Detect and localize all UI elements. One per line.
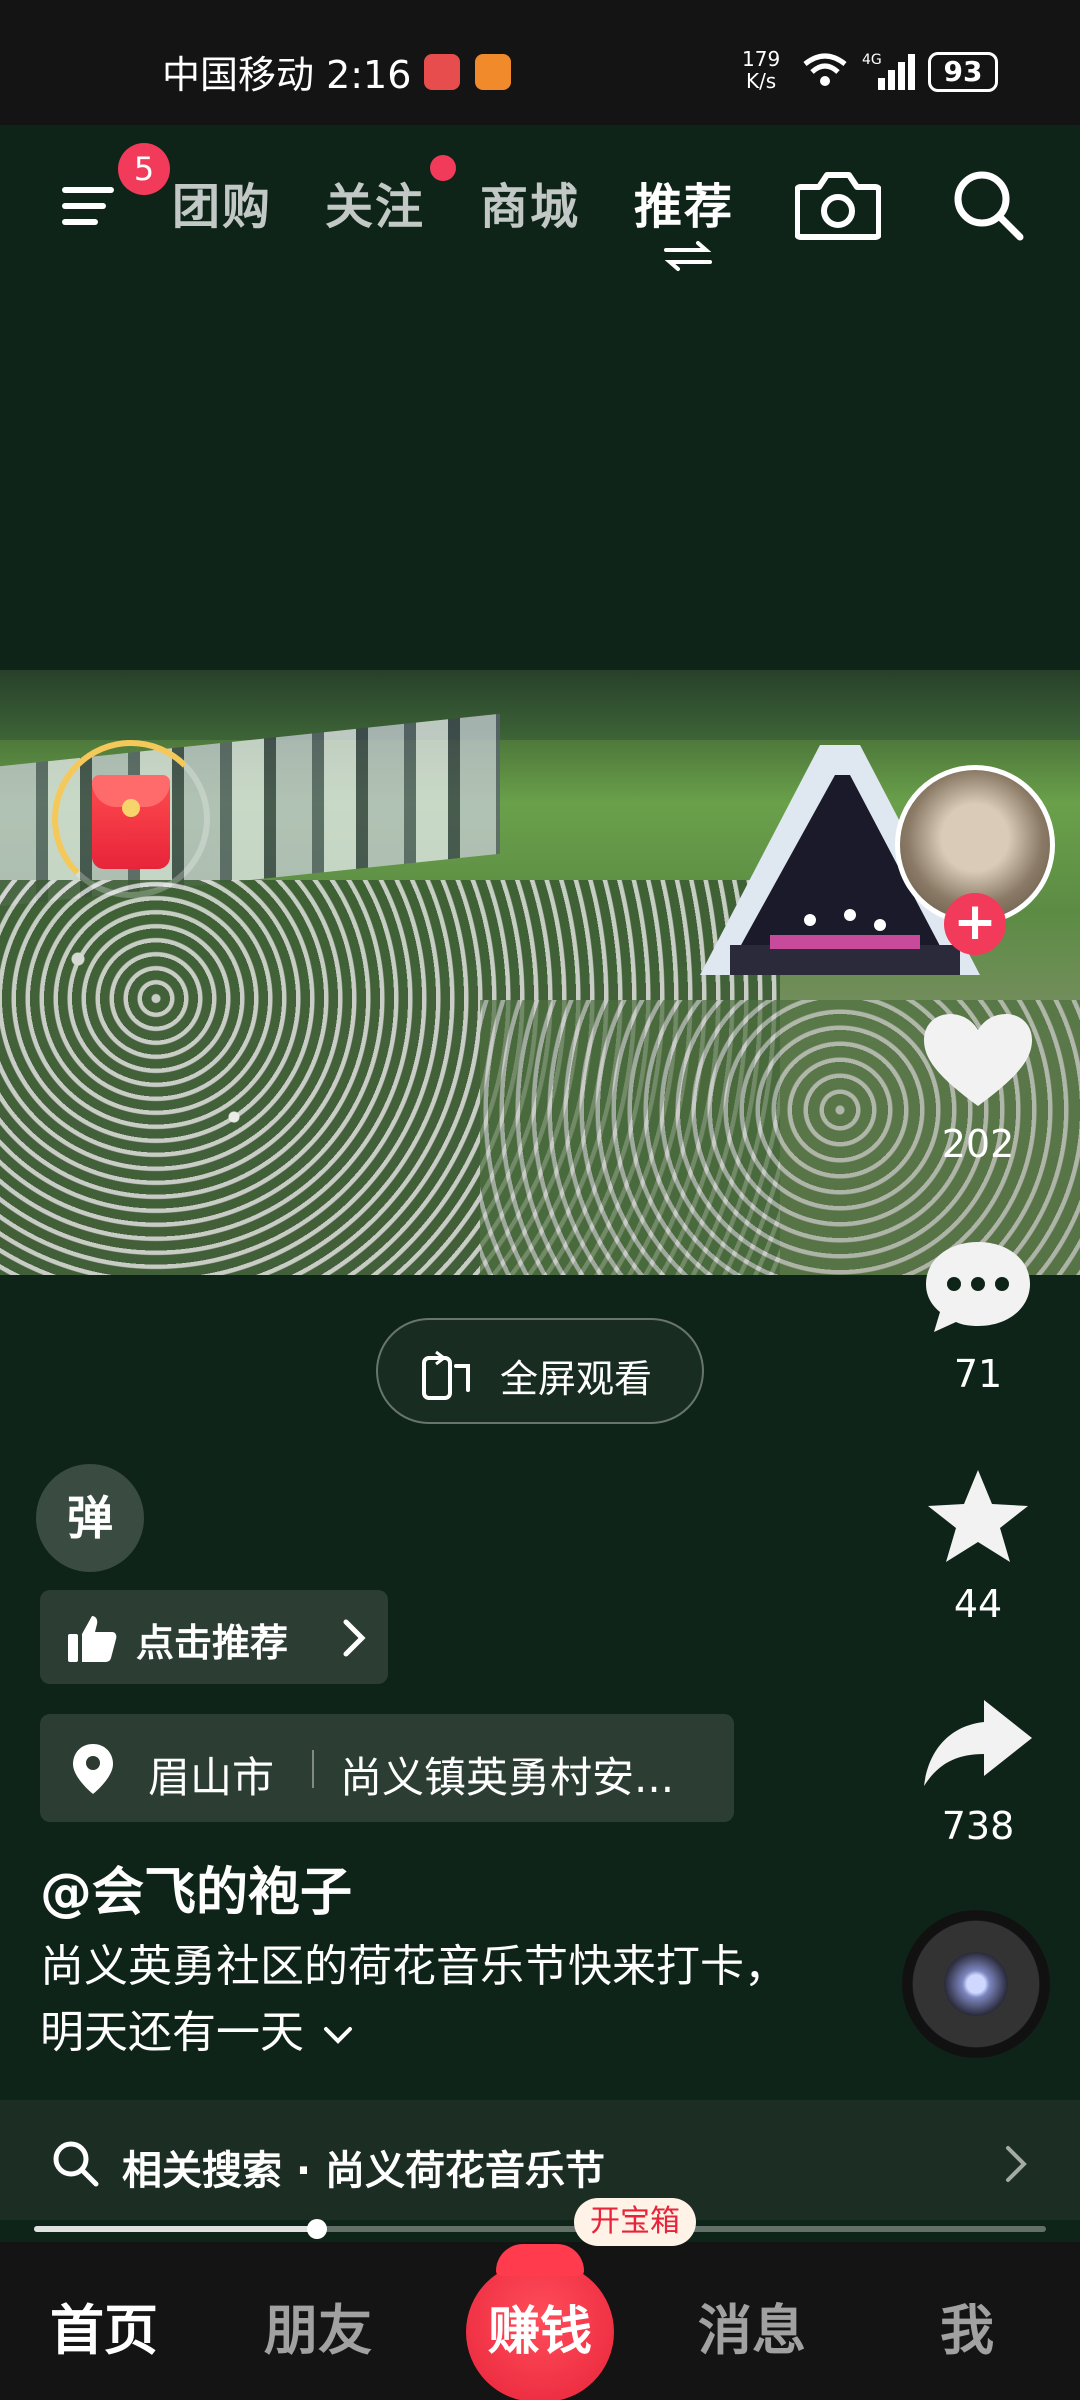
- favorite-count: 44: [953, 1582, 1003, 1626]
- menu-icon[interactable]: [58, 175, 118, 235]
- location-pin-icon: [73, 1744, 113, 1794]
- search-icon[interactable]: [950, 167, 1026, 243]
- following-dot-badge: [430, 155, 456, 181]
- swap-icon[interactable]: [662, 240, 714, 272]
- chevron-right-icon: [343, 1619, 366, 1657]
- music-disc[interactable]: [902, 1910, 1050, 2058]
- location-place: 尚义镇英勇村安...: [340, 1753, 675, 1802]
- battery-indicator: 93: [928, 52, 998, 92]
- wifi-icon: [803, 53, 847, 86]
- author-name[interactable]: @会飞的袍子: [40, 1850, 352, 1925]
- location-separator: [312, 1750, 314, 1788]
- nav-home[interactable]: 首页: [50, 2286, 158, 2365]
- bottom-nav: 首页 朋友 赚钱 消息 我: [0, 2242, 1080, 2400]
- camera-icon[interactable]: [795, 169, 881, 241]
- svg-text:4G: 4G: [862, 52, 882, 68]
- video-progress-fill: [34, 2226, 318, 2232]
- carrier-time: 中国移动 2:16: [162, 53, 412, 97]
- related-search-bar[interactable]: 相关搜索 · 尚义荷花音乐节: [0, 2100, 1080, 2220]
- nav-me[interactable]: 我: [940, 2286, 994, 2365]
- huawei-app-icon: [424, 54, 460, 90]
- video-trees: [0, 670, 1080, 740]
- menu-badge: 5: [118, 143, 170, 195]
- expand-caption-icon[interactable]: [322, 2023, 354, 2047]
- recommend-label: 点击推荐: [136, 1621, 289, 1665]
- comment-icon[interactable]: [920, 1236, 1036, 1336]
- net-speed: 179 K/s: [742, 47, 781, 93]
- share-count: 738: [941, 1804, 1015, 1848]
- location-chip[interactable]: 眉山市 尚义镇英勇村安...: [40, 1714, 734, 1822]
- nav-messages[interactable]: 消息: [698, 2286, 806, 2365]
- share-icon[interactable]: [920, 1694, 1036, 1794]
- star-icon[interactable]: [920, 1466, 1036, 1566]
- treasure-box-badge[interactable]: 开宝箱: [574, 2198, 696, 2246]
- comment-count: 71: [953, 1352, 1003, 1396]
- fullscreen-button[interactable]: 全屏观看: [376, 1318, 704, 1424]
- status-bar: 中国移动 2:16 179 K/s 4G 93: [0, 0, 1080, 125]
- search-icon: [53, 2141, 99, 2187]
- caption[interactable]: 尚义英勇社区的荷花音乐节快来打卡，明天还有一天: [40, 1934, 800, 2066]
- heart-icon[interactable]: [920, 1010, 1036, 1110]
- related-search-label: 相关搜索 · 尚义荷花音乐节: [122, 2148, 606, 2194]
- video-progress-bar[interactable]: [34, 2219, 1046, 2239]
- fullscreen-icon: [422, 1350, 470, 1400]
- tab-mall[interactable]: 商城: [480, 167, 580, 237]
- tab-group-buy[interactable]: 团购: [172, 167, 272, 237]
- thumbs-up-icon: [68, 1616, 117, 1662]
- follow-button[interactable]: +: [944, 893, 1006, 955]
- tab-recommend[interactable]: 推荐: [634, 167, 734, 237]
- red-packet-icon[interactable]: [92, 775, 170, 869]
- recommend-button[interactable]: 点击推荐: [40, 1590, 388, 1684]
- video-progress-knob[interactable]: [307, 2219, 328, 2239]
- tab-following[interactable]: 关注: [325, 167, 425, 237]
- location-city: 眉山市: [148, 1753, 275, 1802]
- like-count: 202: [941, 1122, 1015, 1166]
- top-nav: 5 团购 关注 商城 推荐: [0, 125, 1080, 285]
- fullscreen-label: 全屏观看: [500, 1357, 653, 1401]
- chevron-right-icon: [1006, 2146, 1027, 2182]
- nav-friends[interactable]: 朋友: [264, 2286, 372, 2365]
- signal-icon: 4G: [862, 52, 915, 90]
- nav-earn-button[interactable]: 赚钱: [466, 2244, 614, 2400]
- caption-text: 尚义英勇社区的荷花音乐节快来打卡，明天还有一天: [40, 1941, 788, 2058]
- danmaku-toggle[interactable]: 弹: [36, 1464, 144, 1572]
- notification-app-icon: [475, 54, 511, 90]
